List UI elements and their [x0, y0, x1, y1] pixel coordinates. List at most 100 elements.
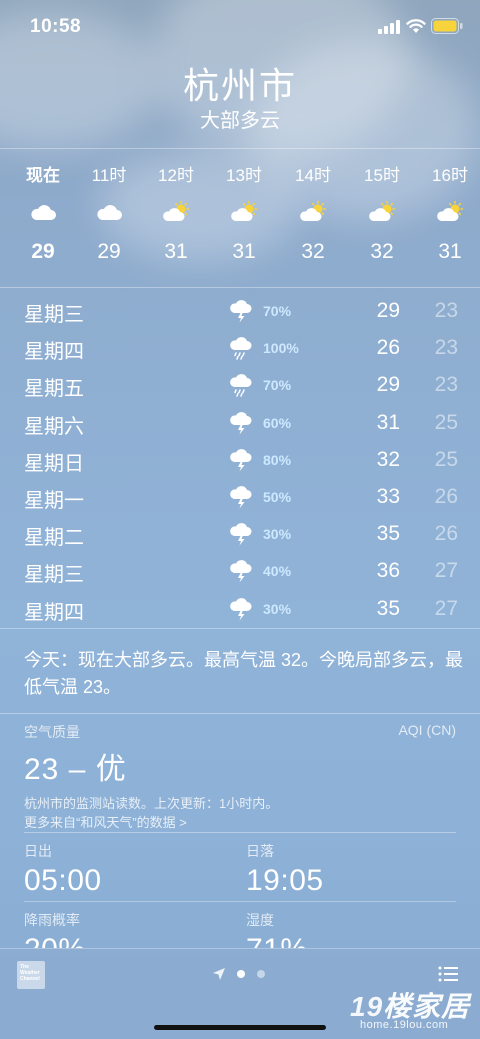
partly-sunny-icon [435, 200, 465, 223]
daily-row: 星期四 100% 26 23 [0, 329, 480, 366]
hour-label: 12时 [158, 166, 194, 185]
sunrise-detail: 日出 05:00 [24, 841, 224, 898]
low-temp: 27 [434, 559, 458, 583]
humidity-label: 湿度 [246, 912, 274, 928]
location-header: 杭州市 大部多云 [0, 64, 480, 134]
thunderstorm-icon [228, 448, 254, 472]
daily-forecast: 星期三 70% 29 23 星期四 100% 26 23 星期五 70% 29 23 星期六 60% 31 2… [0, 292, 480, 627]
partly-sunny-icon [367, 200, 397, 223]
daily-row: 星期四 30% 35 27 [0, 590, 480, 627]
city-list-icon[interactable] [438, 966, 458, 982]
hour-label: 现在 [26, 166, 60, 185]
low-temp: 23 [434, 373, 458, 397]
daily-row: 星期三 40% 36 27 [0, 552, 480, 589]
daily-row: 星期五 70% 29 23 [0, 366, 480, 403]
watermark-text: 楼家居 [383, 991, 471, 1022]
city-name: 杭州市 [182, 65, 297, 106]
hourly-item: 11时 29 [79, 149, 139, 264]
hour-temp: 29 [31, 240, 55, 263]
thunderstorm-icon [228, 411, 254, 435]
precip-chance: 70% [263, 303, 292, 319]
low-temp: 25 [434, 410, 458, 434]
hourly-item: 16时 31 [420, 149, 480, 264]
low-temp: 26 [434, 522, 458, 546]
partly-sunny-icon [229, 200, 259, 223]
day-name: 星期四 [24, 601, 84, 624]
page-dot[interactable] [257, 970, 265, 978]
daily-row: 星期日 80% 32 25 [0, 441, 480, 478]
high-temp: 29 [376, 373, 400, 397]
day-name: 星期三 [24, 304, 84, 326]
hour-label: 13时 [226, 166, 262, 185]
air-quality-value: 23 – 优 [24, 753, 127, 786]
precip-chance: 50% [263, 488, 292, 505]
hourly-item: 现在 29 [13, 149, 73, 264]
sunrise-label: 日出 [24, 843, 52, 859]
rain-chance-label: 降雨概率 [24, 912, 80, 928]
more-data-link[interactable]: 更多来自“和风天气”的数据 > [24, 813, 456, 832]
cellular-signal-icon [378, 20, 400, 34]
rain-icon [228, 373, 254, 398]
low-temp: 23 [434, 299, 458, 322]
precip-chance: 60% [263, 414, 292, 431]
high-temp: 33 [376, 484, 400, 508]
day-name: 星期四 [24, 341, 84, 364]
day-name: 星期三 [24, 564, 84, 587]
watermark-number: 19 [350, 991, 384, 1022]
low-temp: 27 [434, 596, 458, 620]
sunset-detail: 日落 19:05 [246, 841, 446, 898]
hour-label: 16时 [432, 166, 468, 185]
air-quality-note: 杭州市的监测站读数。上次更新：1小时内。 [24, 796, 279, 811]
sunrise-value: 05:00 [24, 864, 102, 897]
high-temp: 36 [376, 559, 400, 583]
high-temp: 29 [376, 299, 400, 322]
humidity-detail: 湿度 71% [246, 910, 446, 948]
hourly-forecast[interactable]: 现在 29 11时 29 12时 31 13时 31 14时 32 15时 32 16时 31 [0, 148, 480, 288]
hourly-item: 15时 32 [352, 149, 412, 264]
thunderstorm-icon [228, 522, 254, 546]
partly-sunny-icon [161, 200, 191, 223]
daily-row: 星期三 70% 29 23 [0, 292, 480, 329]
high-temp: 32 [376, 447, 400, 471]
hourly-item: 14时 32 [283, 149, 343, 264]
high-temp: 26 [376, 336, 400, 360]
rain-chance-detail: 降雨概率 20% [24, 910, 224, 948]
weather-channel-logo[interactable]: The Weather Channel [17, 961, 45, 989]
hour-label: 15时 [364, 166, 400, 185]
daily-row: 星期六 60% 31 25 [0, 404, 480, 441]
wifi-icon [406, 19, 426, 33]
precip-chance: 80% [263, 451, 292, 468]
hour-temp: 32 [370, 240, 394, 263]
high-temp: 31 [376, 410, 400, 434]
precip-chance: 100% [263, 340, 299, 357]
hour-temp: 31 [164, 240, 188, 263]
low-temp: 23 [434, 336, 458, 360]
battery-icon [431, 18, 463, 34]
hourly-item: 13时 31 [214, 149, 274, 264]
precip-chance: 70% [263, 377, 292, 394]
current-condition: 大部多云 [200, 110, 280, 132]
partly-sunny-icon [298, 200, 328, 223]
today-summary: 今天：现在大部多云。最高气温 32。今晚局部多云，最低气温 23。 [0, 628, 480, 714]
watermark-url: home.19lou.com [360, 1019, 449, 1031]
hour-temp: 31 [438, 240, 462, 263]
daily-row: 星期二 30% 35 26 [0, 515, 480, 552]
page-dot-active[interactable] [237, 970, 245, 978]
day-name: 星期二 [24, 527, 84, 550]
precip-chance: 30% [263, 600, 292, 617]
summary-text: 今天：现在大部多云。最高气温 32。今晚局部多云，最低气温 23。 [24, 650, 464, 697]
rain-icon [228, 336, 254, 360]
precip-chance: 40% [263, 563, 292, 580]
air-quality-section: 空气质量 AQI (CN) 23 – 优 杭州市的监测站读数。上次更新：1小时内… [24, 722, 456, 832]
thunderstorm-icon [228, 597, 254, 621]
air-quality-label: 空气质量 [24, 724, 80, 740]
hour-label: 14时 [295, 166, 331, 185]
site-watermark: 19楼家居 home.19lou.com [346, 985, 476, 1035]
sunset-label: 日落 [246, 843, 274, 859]
home-indicator[interactable] [154, 1025, 326, 1030]
hour-temp: 29 [97, 240, 121, 263]
low-temp: 26 [434, 484, 458, 508]
location-arrow-icon[interactable] [212, 967, 226, 981]
hour-temp: 31 [232, 240, 256, 263]
day-name: 星期日 [24, 452, 84, 475]
